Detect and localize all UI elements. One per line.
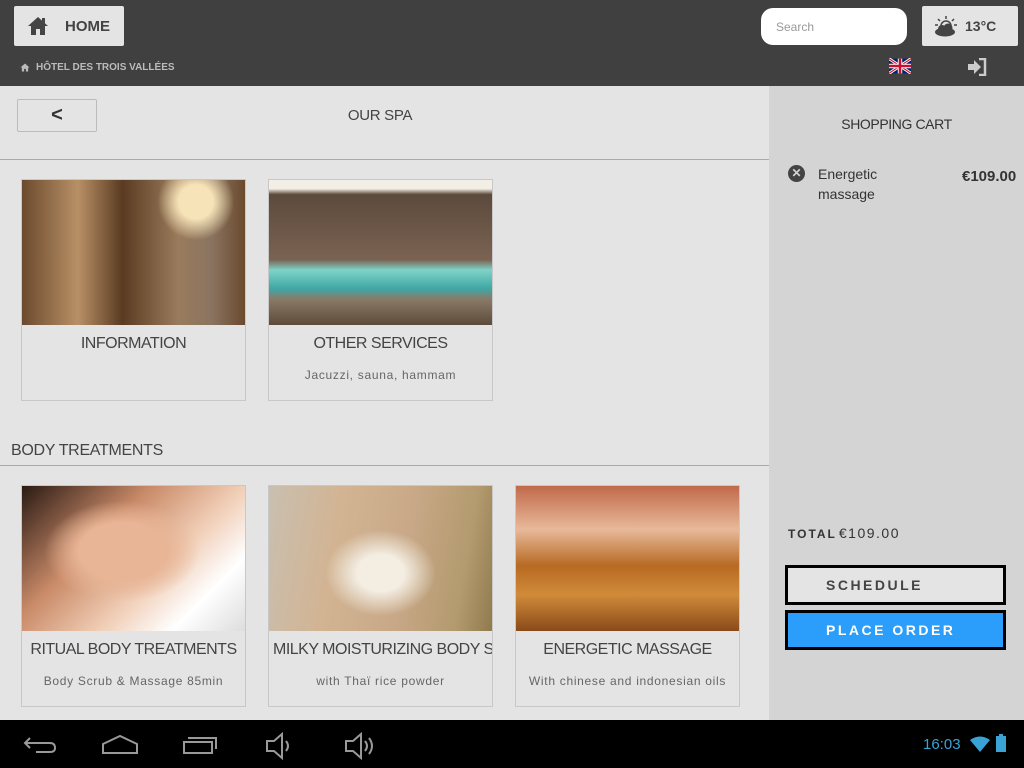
page-title: OUR SPA: [347, 107, 413, 124]
card-title: ENERGETIC MASSAGE: [543, 641, 712, 658]
card-energetic-massage[interactable]: ENERGETIC MASSAGE With chinese and indon…: [515, 485, 740, 707]
divider: [0, 159, 769, 160]
section-title: BODY TREATMENTS: [11, 442, 163, 459]
volume-down-icon[interactable]: [264, 732, 294, 760]
pool-image: [269, 180, 492, 325]
place-order-button[interactable]: PLACE ORDER: [785, 610, 1006, 650]
card-ritual-body-treatments[interactable]: RITUAL BODY TREATMENTS Body Scrub & Mass…: [21, 485, 246, 707]
card-other-services[interactable]: OTHER SERVICES Jacuzzi, sauna, hammam: [268, 179, 493, 401]
cart-item-price: €109.00: [962, 168, 1017, 185]
weather-widget[interactable]: 13°C: [922, 6, 1018, 46]
uk-flag-icon[interactable]: [889, 58, 911, 74]
cart-total: TOTAL €109.00: [788, 525, 900, 541]
cart-title: SHOPPING CART: [841, 116, 952, 132]
card-subtitle: Jacuzzi, sauna, hammam: [304, 368, 457, 382]
battery-icon: [996, 734, 1006, 752]
card-subtitle: With chinese and indonesian oils: [528, 674, 727, 688]
temperature: 13°C: [965, 18, 997, 34]
massage-image: [22, 486, 245, 631]
shopping-cart: SHOPPING CART ✕ Energetic massage €109.0…: [769, 86, 1024, 720]
remove-item-icon[interactable]: ✕: [788, 165, 805, 182]
home-label: HOME: [65, 17, 110, 35]
scrub-image: [269, 486, 492, 631]
card-title: OTHER SERVICES: [313, 335, 448, 352]
main-content: < OUR SPA INFORMATION OTHER SERVICES Jac…: [0, 86, 769, 720]
breadcrumb[interactable]: HÔTEL DES TROIS VALLÉES: [20, 62, 175, 73]
home-icon: [20, 63, 30, 72]
card-title: INFORMATION: [80, 335, 187, 352]
total-value: €109.00: [838, 525, 900, 541]
card-title: MILKY MOISTURIZING BODY SCRUB: [273, 641, 492, 658]
card-milky-scrub[interactable]: MILKY MOISTURIZING BODY SCRUB with Thaï …: [268, 485, 493, 707]
clock: 16:03: [923, 736, 961, 753]
home-button[interactable]: HOME: [14, 6, 124, 46]
card-title: RITUAL BODY TREATMENTS: [30, 641, 237, 658]
android-nav-bar: 16:03: [0, 720, 1024, 768]
volume-up-icon[interactable]: [343, 732, 379, 760]
oils-image: [516, 486, 739, 631]
recent-apps-icon[interactable]: [182, 732, 218, 756]
cloudy-sun-icon: [935, 16, 957, 37]
breadcrumb-hotel: HÔTEL DES TROIS VALLÉES: [36, 62, 175, 73]
cart-item-name: Energetic massage: [818, 166, 878, 202]
search-input[interactable]: [761, 8, 907, 45]
information-image: [22, 180, 245, 325]
sign-in-icon[interactable]: [967, 58, 987, 76]
total-label: TOTAL: [788, 527, 837, 541]
home-icon: [28, 17, 48, 35]
schedule-button[interactable]: SCHEDULE: [785, 565, 1006, 605]
wifi-icon: [970, 736, 990, 752]
card-subtitle: Body Scrub & Massage 85min: [43, 674, 224, 688]
divider: [0, 465, 769, 466]
card-information[interactable]: INFORMATION: [21, 179, 246, 401]
top-bar: HOME HÔTEL DES TROIS VALLÉES 13°C: [0, 0, 1024, 86]
back-nav-icon[interactable]: [22, 732, 58, 756]
card-subtitle: with Thaï rice powder: [316, 674, 445, 688]
home-nav-icon[interactable]: [100, 732, 140, 756]
